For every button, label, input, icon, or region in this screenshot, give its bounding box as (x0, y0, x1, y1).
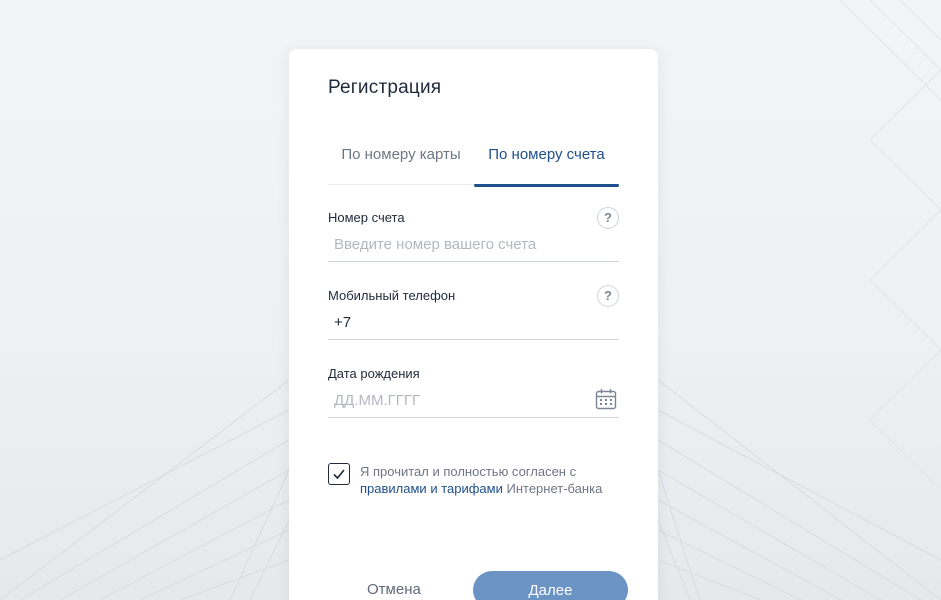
next-button[interactable]: Далее (473, 571, 628, 600)
agreement-text: Я прочитал и полностью согласен с правил… (360, 463, 630, 497)
account-input[interactable] (328, 228, 619, 262)
phone-label: Мобильный телефон (328, 288, 456, 303)
account-help-icon[interactable]: ? (597, 207, 619, 229)
cancel-button[interactable]: Отмена (367, 581, 421, 598)
tab-by-account-label: По номеру счета (488, 146, 605, 163)
tariffs-link[interactable]: тарифами (441, 481, 503, 496)
active-tab-indicator (474, 184, 619, 187)
agreement-text-after: Интернет-банка (506, 481, 603, 496)
page-title: Регистрация (328, 77, 442, 98)
account-field: Номер счета ? (328, 207, 619, 262)
birthdate-field: Дата рождения (328, 366, 619, 418)
rules-link[interactable]: правилами (360, 481, 427, 496)
tabs: По номеру карты По номеру счета (328, 135, 619, 187)
phone-input[interactable] (328, 306, 619, 340)
registration-card: Регистрация По номеру карты По номеру сч… (289, 49, 658, 600)
account-label: Номер счета (328, 210, 405, 225)
tab-by-card-label: По номеру карты (341, 146, 461, 163)
birthdate-label: Дата рождения (328, 366, 420, 381)
tab-by-card[interactable]: По номеру карты (328, 135, 474, 185)
agreement-text-before: Я прочитал и полностью согласен с (360, 464, 577, 479)
birthdate-input[interactable] (328, 384, 619, 418)
tab-by-account[interactable]: По номеру счета (474, 135, 619, 187)
conjunction-link: и (430, 481, 438, 496)
phone-field: Мобильный телефон ? (328, 285, 619, 340)
phone-help-icon[interactable]: ? (597, 285, 619, 307)
calendar-icon[interactable] (595, 388, 617, 410)
agreement-checkbox[interactable] (328, 463, 350, 485)
checkmark-icon (333, 469, 345, 480)
